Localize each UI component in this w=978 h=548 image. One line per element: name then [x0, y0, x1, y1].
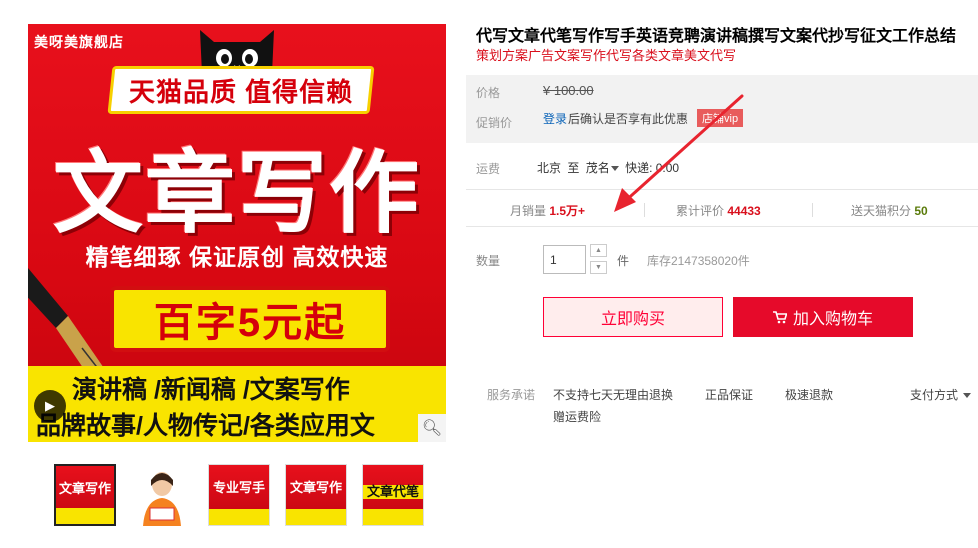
monthly-sales-label: 月销量 [510, 204, 547, 218]
cart-icon [772, 310, 787, 323]
price-banner-text: 百字5元起 [153, 301, 347, 345]
service-line-2: 品牌故事/人物传记/各类应用文 [36, 412, 375, 440]
thumbnail-label: 文章写作 [58, 481, 111, 496]
product-title: 代写文章代笔写作写手英语竞聘演讲稿撰写文案代抄写征文工作总结 [476, 28, 957, 45]
review-count-label: 累计评价 [676, 204, 725, 218]
original-price: ¥ 100.00 [543, 83, 594, 98]
thumbnail-label: 专业写手 [212, 480, 265, 495]
shipping-fee: 快递: 0.00 [625, 161, 680, 175]
payment-label: 支付方式 [910, 388, 959, 402]
decrease-qty-button[interactable]: ▼ [590, 261, 607, 274]
shipping-destination[interactable]: 茂名 [586, 161, 610, 175]
divider [812, 203, 813, 217]
thumbnail-strip: 文章写作 专业写手 文章写作 文章代笔 [54, 464, 424, 526]
price-banner: 百字5元起 [110, 286, 390, 352]
login-hint: 后确认是否享有此优惠 [568, 112, 689, 126]
thumbnail-band [209, 509, 269, 525]
thumbnail-band [363, 509, 423, 525]
thumbnail[interactable]: 文章写作 [285, 464, 347, 526]
thumbnail-band [56, 508, 114, 524]
promo-price-label: 促销价 [476, 116, 513, 130]
shipping-label: 运费 [476, 162, 501, 176]
shipping-to-word: 至 [567, 161, 580, 175]
person-icon [143, 472, 181, 526]
thumbnail[interactable] [131, 464, 193, 526]
chevron-down-icon [963, 393, 972, 398]
service-item: 赠运费险 [553, 410, 602, 424]
shop-tag: 美呀美旗舰店 [34, 34, 124, 50]
quantity-input[interactable] [543, 245, 586, 274]
shipping-from: 北京 [537, 161, 562, 175]
shipping-info: 北京 至 茂名 快递: 0.00 [537, 159, 679, 176]
price-label: 价格 [476, 86, 501, 100]
vip-badge: 店铺vip [697, 109, 744, 127]
service-item: 极速退款 [785, 388, 834, 402]
quantity-label: 数量 [476, 254, 501, 268]
tmall-points-label: 送天猫积分 [851, 204, 912, 218]
play-video-icon[interactable]: ▶ [34, 390, 66, 422]
thumbnail[interactable]: 文章写作 [54, 464, 116, 526]
service-promise-label: 服务承诺 [487, 388, 536, 402]
zoom-icon[interactable]: 🔍︎ [418, 414, 446, 442]
tmall-points-value: 50 [914, 204, 928, 218]
thumbnail-band [286, 509, 346, 525]
payment-methods[interactable]: 支付方式 [910, 386, 974, 403]
increase-qty-button[interactable]: ▲ [590, 244, 607, 257]
headline: 文章写作 [53, 141, 421, 246]
service-item: 正品保证 [705, 388, 754, 402]
chevron-down-icon[interactable] [610, 166, 619, 171]
quantity-unit: 件 [617, 254, 630, 268]
divider [644, 203, 645, 217]
service-item: 不支持七天无理由退换 [553, 388, 674, 402]
monthly-sales: 月销量 1.5万+ [510, 202, 585, 219]
service-line-1: 演讲稿 /新闻稿 /文案写作 [72, 376, 350, 404]
thumbnail[interactable]: 专业写手 [208, 464, 270, 526]
thumbnail-label: 文章代笔 [363, 485, 423, 499]
thumbnail[interactable]: 文章代笔 [362, 464, 424, 526]
quality-banner: 天猫品质 值得信赖 [107, 66, 375, 114]
review-count[interactable]: 累计评价 44433 [676, 202, 761, 219]
monthly-sales-value: 1.5万+ [549, 204, 586, 218]
buy-now-button[interactable]: 立即购买 [543, 297, 723, 337]
thumbnail-label: 文章写作 [289, 480, 342, 495]
add-to-cart-label: 加入购物车 [792, 311, 873, 328]
main-product-image[interactable]: 美呀美旗舰店 天猫品质 值得信赖 文章写作 精笔细琢 保证原创 高效快速 百字5… [28, 24, 446, 442]
buy-now-label: 立即购买 [600, 311, 665, 328]
quality-banner-text: 天猫品质 值得信赖 [128, 76, 354, 107]
sales-stats: 月销量 1.5万+ 累计评价 44433 送天猫积分 50 [466, 189, 978, 227]
product-subtitle: 策划方案广告文案写作代写各类文章美文代写 [476, 48, 737, 63]
stock-count: 库存2147358020件 [647, 254, 750, 268]
review-count-value: 44433 [727, 204, 761, 218]
login-link[interactable]: 登录 [543, 110, 567, 127]
add-to-cart-button[interactable]: 加入购物车 [733, 297, 913, 337]
tmall-points: 送天猫积分 50 [851, 202, 928, 219]
